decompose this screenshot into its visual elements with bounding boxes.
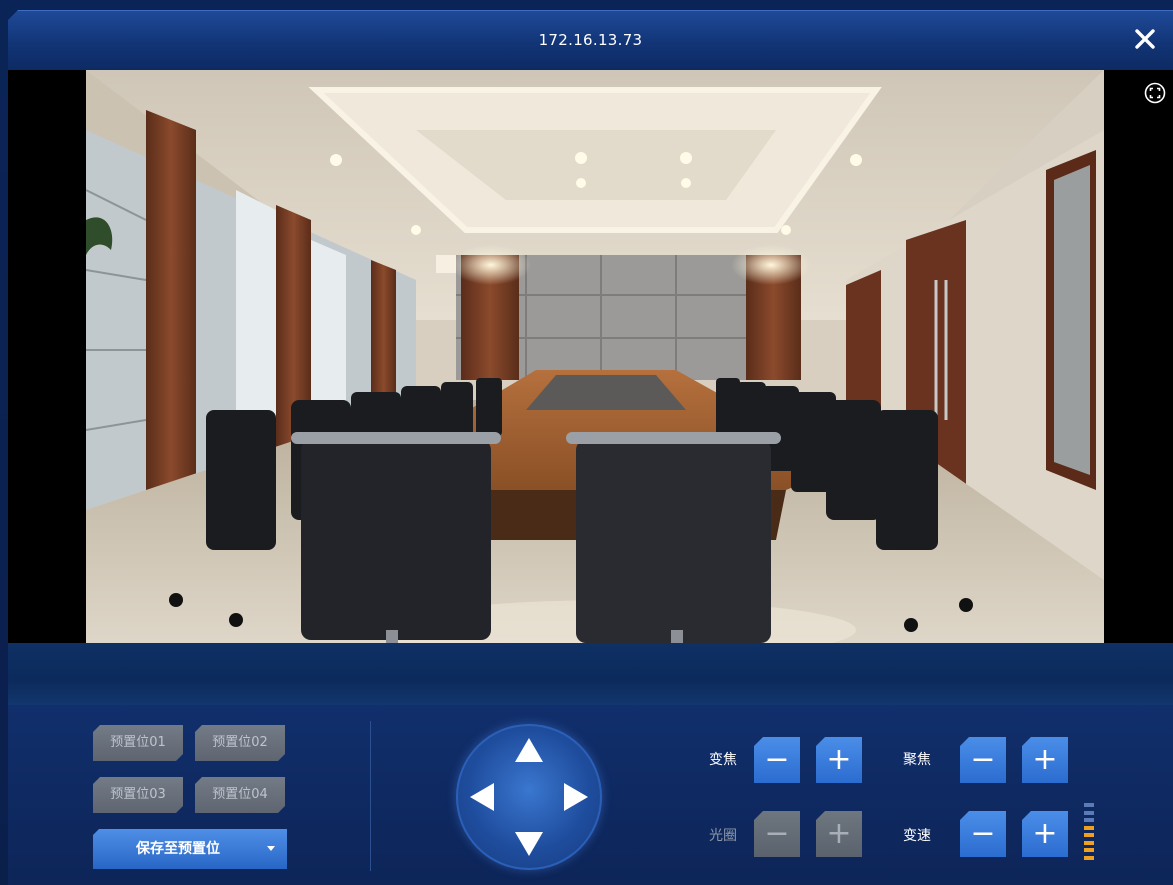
plus-icon: + [1032, 816, 1058, 851]
speed-level-bar [1084, 818, 1094, 822]
focus-plus-button[interactable]: + [1022, 737, 1068, 783]
ptz-direction-pad [456, 724, 602, 870]
decorative-band [8, 643, 1173, 705]
arrow-up-icon[interactable] [513, 736, 545, 764]
plus-icon: + [1032, 742, 1058, 777]
minus-icon: − [970, 742, 996, 777]
camera-video-feed [86, 70, 1104, 643]
preset-button-02[interactable]: 预置位02 [195, 725, 285, 761]
minus-icon: − [970, 816, 996, 851]
arrow-left-icon[interactable] [468, 781, 496, 813]
speed-down-button[interactable]: − [960, 811, 1006, 857]
zoom-in-button[interactable]: + [816, 737, 862, 783]
minus-icon: − [764, 742, 790, 777]
title-bar: 172.16.13.73 [8, 10, 1173, 71]
focus-label: 聚焦 [903, 752, 931, 768]
speed-level-bar [1084, 840, 1094, 845]
arrow-down-icon[interactable] [513, 830, 545, 858]
iris-close-button[interactable]: − [754, 811, 800, 857]
plus-icon: + [826, 816, 852, 851]
window-title: 172.16.13.73 [538, 31, 643, 49]
speed-level-bar [1084, 803, 1094, 807]
control-panel: 预置位01 预置位02 预置位03 预置位04 保存至预置位 变焦 − + 聚焦… [8, 705, 1173, 885]
speed-level-bar [1084, 855, 1094, 860]
speed-level-bar [1084, 825, 1094, 830]
divider [370, 721, 371, 871]
zoom-out-button[interactable]: − [754, 737, 800, 783]
plus-icon: + [826, 742, 852, 777]
zoom-label: 变焦 [709, 752, 737, 768]
save-preset-button[interactable]: 保存至预置位 [93, 829, 287, 869]
speed-level-bar [1084, 810, 1094, 815]
close-icon [1135, 29, 1155, 49]
speed-level-bar [1084, 848, 1094, 852]
speed-level-meter [1084, 802, 1094, 862]
iris-open-button[interactable]: + [816, 811, 862, 857]
speed-label: 变速 [903, 828, 931, 844]
video-area [8, 70, 1173, 643]
preset-button-04[interactable]: 预置位04 [195, 777, 285, 813]
focus-minus-button[interactable]: − [960, 737, 1006, 783]
preset-button-01[interactable]: 预置位01 [93, 725, 183, 761]
preset-button-03[interactable]: 预置位03 [93, 777, 183, 813]
conference-room-image [86, 70, 1104, 643]
speed-up-button[interactable]: + [1022, 811, 1068, 857]
close-button[interactable] [1131, 25, 1159, 53]
save-preset-label: 保存至预置位 [136, 841, 220, 857]
iris-label: 光圈 [709, 828, 737, 844]
fullscreen-icon [1144, 82, 1166, 104]
chevron-down-icon[interactable] [267, 846, 275, 851]
fullscreen-button[interactable] [1144, 82, 1166, 104]
minus-icon: − [764, 816, 790, 851]
arrow-right-icon[interactable] [562, 781, 590, 813]
speed-level-bar [1084, 833, 1094, 837]
camera-control-window: 172.16.13.73 预置位01 预置位02 预置位03 预置位04 保存至… [0, 0, 1173, 885]
